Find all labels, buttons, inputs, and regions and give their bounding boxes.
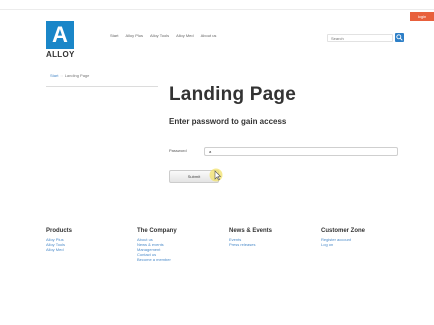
footer-column-customer-zone: Customer Zone Register account Log on (321, 228, 365, 247)
password-field[interactable]: a (204, 147, 398, 156)
footer-link[interactable]: Log on (321, 242, 365, 247)
breadcrumb-home[interactable]: Start (50, 73, 58, 78)
logo-wordmark: ALLOY (46, 50, 75, 59)
search-input[interactable] (327, 34, 393, 42)
nav-item-about-us[interactable]: About us (201, 33, 217, 38)
breadcrumb-current: Landing Page (64, 73, 90, 78)
footer-link[interactable]: Become a member (137, 257, 177, 262)
footer-heading: Customer Zone (321, 228, 366, 234)
page-subtitle: Enter password to gain access (169, 117, 287, 126)
password-value: a (209, 149, 212, 154)
breadcrumb-separator: :: (60, 73, 63, 78)
mouse-cursor-icon (209, 168, 223, 182)
footer-link[interactable]: Alloy Med (46, 247, 72, 252)
nav-item-alloy-tools[interactable]: Alloy Tools (150, 33, 169, 38)
footer-column-company: The Company About us News & events Manag… (137, 228, 177, 262)
login-badge[interactable]: login (410, 12, 434, 21)
password-label: Password (169, 148, 187, 153)
breadcrumb: Start:: Landing Page (50, 73, 89, 78)
page-title: Landing Page (169, 84, 296, 105)
breadcrumb-divider (46, 86, 158, 87)
footer-heading: The Company (137, 228, 177, 234)
main-nav: Start Alloy Plus Alloy Tools Alloy Med A… (110, 33, 216, 38)
search-icon (396, 34, 403, 41)
footer-column-products: Products Alloy Plus Alloy Tools Alloy Me… (46, 228, 72, 252)
nav-item-alloy-med[interactable]: Alloy Med (176, 33, 194, 38)
top-divider (0, 9, 434, 10)
footer-heading: Products (46, 228, 73, 234)
alloy-logo[interactable]: A ALLOY (46, 21, 74, 59)
search-button[interactable] (395, 33, 404, 42)
nav-item-start[interactable]: Start (110, 33, 118, 38)
footer-heading: News & Events (229, 228, 273, 234)
nav-item-alloy-plus[interactable]: Alloy Plus (125, 33, 143, 38)
footer-column-news: News & Events Events Press releases (229, 228, 272, 247)
logo-mark: A (46, 21, 74, 49)
footer-link[interactable]: Press releases (229, 242, 272, 247)
